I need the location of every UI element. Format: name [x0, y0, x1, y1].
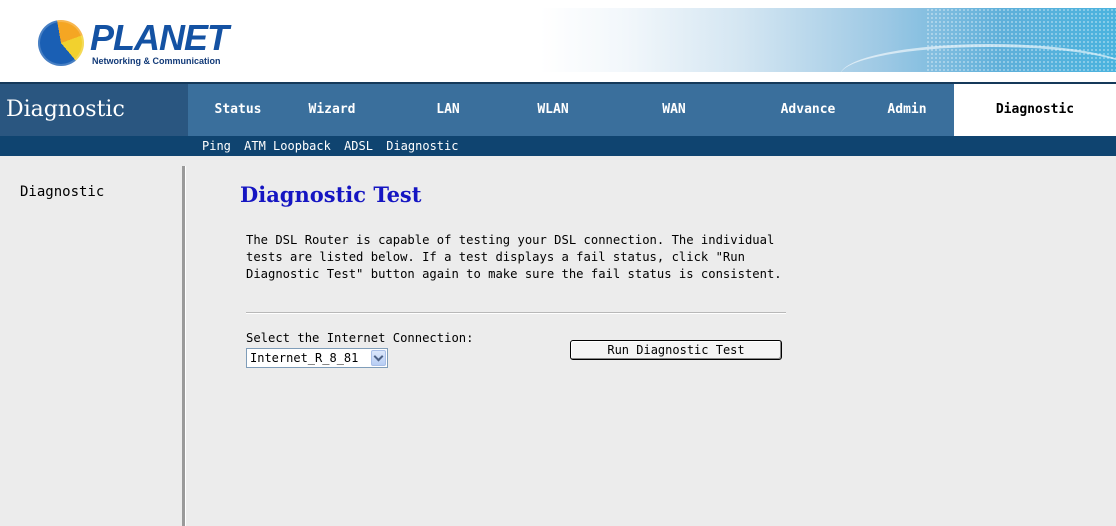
tab-lan[interactable]: LAN — [418, 84, 478, 136]
sidebar-item-diagnostic[interactable]: Diagnostic — [20, 184, 104, 200]
tab-wizard[interactable]: Wizard — [292, 84, 372, 136]
main-content: Diagnostic Test The DSL Router is capabl… — [186, 156, 1116, 526]
description-text: The DSL Router is capable of testing you… — [246, 233, 782, 281]
logo-wordmark: PLANET — [90, 17, 229, 58]
connection-select[interactable]: Internet_R_8_81 — [246, 348, 388, 368]
chevron-down-icon[interactable] — [371, 350, 386, 366]
tab-wan[interactable]: WAN — [644, 84, 704, 136]
tab-admin[interactable]: Admin — [874, 84, 940, 136]
top-navigation-bar: Diagnostic Status Wizard LAN WLAN WAN Ad… — [0, 82, 1116, 136]
tab-wlan[interactable]: WLAN — [522, 84, 584, 136]
connection-select-label: Select the Internet Connection: — [246, 331, 474, 345]
tab-diagnostic[interactable]: Diagnostic — [954, 84, 1116, 136]
planet-logo: PLANET Networking & Communication — [38, 18, 238, 68]
header-banner: PLANET Networking & Communication — [0, 0, 1116, 82]
sidebar: Diagnostic — [0, 156, 182, 526]
sub-nav-links: Ping ATM Loopback ADSL Diagnostic — [202, 136, 458, 156]
subnav-ping[interactable]: Ping — [202, 139, 231, 153]
tab-status[interactable]: Status — [202, 84, 274, 136]
connection-select-value: Internet_R_8_81 — [250, 351, 359, 365]
page-title: Diagnostic Test — [240, 182, 422, 207]
run-diagnostic-test-button[interactable]: Run Diagnostic Test — [570, 340, 782, 360]
section-title: Diagnostic — [0, 84, 188, 136]
logo-globe-icon — [38, 20, 84, 66]
divider — [246, 312, 786, 314]
logo-tagline: Networking & Communication — [92, 56, 221, 66]
tab-advance[interactable]: Advance — [758, 84, 858, 136]
sub-navigation-bar: Ping ATM Loopback ADSL Diagnostic — [0, 136, 1116, 156]
subnav-diagnostic[interactable]: Diagnostic — [386, 139, 458, 153]
subnav-atm-loopback[interactable]: ATM Loopback — [244, 139, 331, 153]
subnav-adsl[interactable]: ADSL — [344, 139, 373, 153]
main-nav: Status Wizard LAN WLAN WAN Advance Admin… — [188, 84, 1116, 136]
